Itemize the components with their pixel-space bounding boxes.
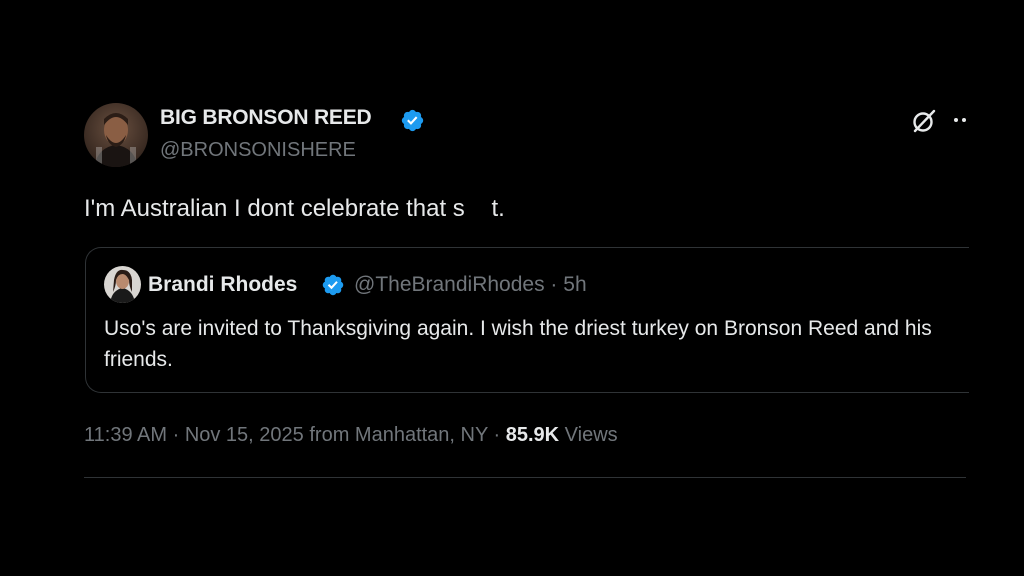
verified-badge-icon xyxy=(400,108,425,133)
quoted-avatar[interactable] xyxy=(104,266,141,303)
divider xyxy=(84,477,966,478)
tweet-text: I'm Australian I dont celebrate that s t… xyxy=(84,195,505,222)
quoted-display-name[interactable]: Brandi Rhodes xyxy=(148,273,297,297)
quoted-meta: @TheBrandiRhodes · 5h xyxy=(354,273,587,297)
views-label: Views xyxy=(559,424,618,446)
quoted-text: Uso's are invited to Thanksgiving again.… xyxy=(104,317,932,371)
avatar[interactable] xyxy=(84,103,148,167)
meta-separator: · xyxy=(167,424,185,446)
author-display-name[interactable]: BIG BRONSON REED xyxy=(160,106,372,130)
grok-icon[interactable] xyxy=(911,108,937,134)
quoted-handle[interactable]: @TheBrandiRhodes xyxy=(354,273,545,296)
avatar-image xyxy=(84,103,148,167)
meta-separator: · xyxy=(487,424,506,446)
more-options-icon[interactable] xyxy=(951,108,971,132)
quoted-separator: · xyxy=(544,273,564,296)
quoted-age[interactable]: 5h xyxy=(563,273,586,296)
quoted-verified-badge-icon xyxy=(321,273,345,297)
tweet-meta: 11:39 AM · Nov 15, 2025 from Manhattan, … xyxy=(84,424,618,447)
author-handle[interactable]: @BRONSONISHERE xyxy=(160,139,356,162)
tweet-time[interactable]: 11:39 AM xyxy=(84,424,167,446)
tweet-date[interactable]: Nov 15, 2025 xyxy=(185,424,304,446)
tweet-location: from Manhattan, NY xyxy=(303,424,488,446)
views-count[interactable]: 85.9K xyxy=(506,424,559,446)
quoted-avatar-image xyxy=(104,266,141,303)
